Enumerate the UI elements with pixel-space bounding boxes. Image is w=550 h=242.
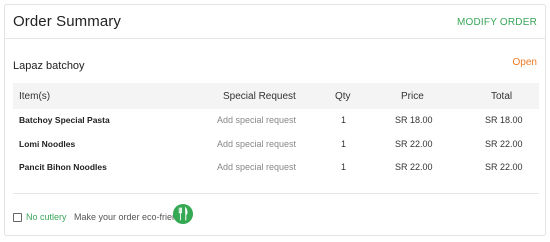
no-cutlery-checkbox[interactable] <box>13 213 22 222</box>
table-header: Item(s) Special Request Qty Price Total <box>13 83 539 109</box>
column-header-special-request: Special Request <box>223 91 296 102</box>
table-row: Lomi Noodles Add special request 1 SR 22… <box>13 135 539 157</box>
item-price: SR 22.00 <box>395 162 433 172</box>
column-header-price: Price <box>401 91 424 102</box>
item-qty: 1 <box>341 139 347 149</box>
column-header-items: Item(s) <box>19 91 51 102</box>
item-price: SR 18.00 <box>395 115 433 125</box>
fork-knife-icon <box>173 204 193 224</box>
table-row: Batchoy Special Pasta Add special reques… <box>13 111 539 133</box>
modify-order-link[interactable]: MODIFY ORDER <box>457 17 537 28</box>
cutlery-option: No cutlery Make your order eco-friendly <box>13 204 313 229</box>
item-name: Lomi Noodles <box>19 139 76 149</box>
column-header-qty: Qty <box>335 91 351 102</box>
item-qty: 1 <box>341 162 347 172</box>
item-total: SR 22.00 <box>485 139 523 149</box>
column-header-total: Total <box>491 91 513 102</box>
item-name: Pancit Bihon Noodles <box>19 162 107 172</box>
item-name: Batchoy Special Pasta <box>19 115 110 125</box>
item-price: SR 22.00 <box>395 139 433 149</box>
footer-divider <box>13 193 539 194</box>
add-special-request-link[interactable]: Add special request <box>217 139 296 149</box>
page-title: Order Summary <box>13 13 121 30</box>
order-summary-card: Order Summary MODIFY ORDER Lapaz batchoy… <box>4 4 546 236</box>
add-special-request-link[interactable]: Add special request <box>217 115 296 125</box>
add-special-request-link[interactable]: Add special request <box>217 162 296 172</box>
restaurant-name: Lapaz batchoy <box>13 60 85 72</box>
eco-friendly-text: Make your order eco-friendly <box>74 212 189 222</box>
no-cutlery-label[interactable]: No cutlery <box>26 212 67 222</box>
restaurant-status: Open <box>512 57 537 68</box>
table-row: Pancit Bihon Noodles Add special request… <box>13 158 539 180</box>
card-header: Order Summary MODIFY ORDER <box>5 5 545 39</box>
item-total: SR 22.00 <box>485 162 523 172</box>
item-total: SR 18.00 <box>485 115 523 125</box>
item-qty: 1 <box>341 115 347 125</box>
